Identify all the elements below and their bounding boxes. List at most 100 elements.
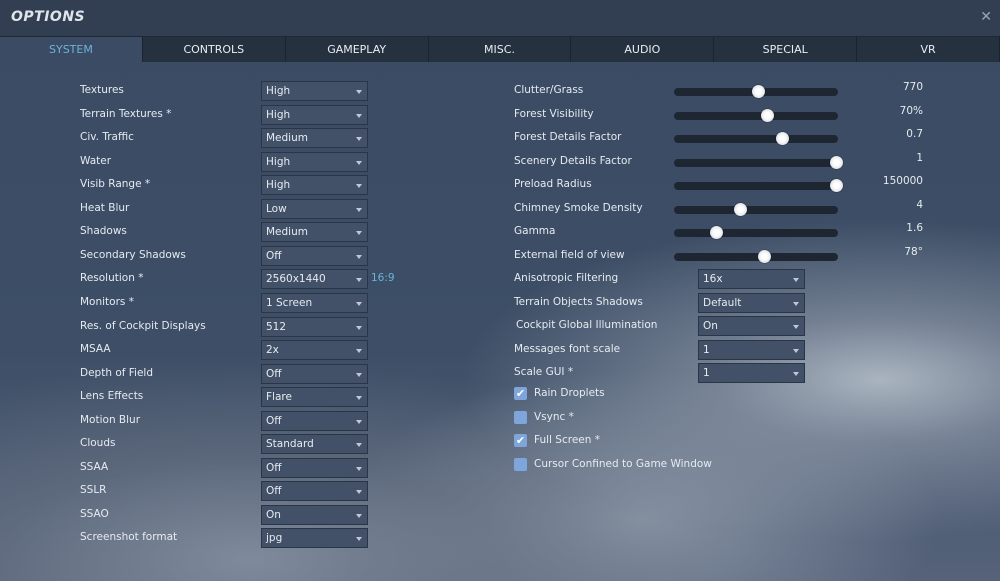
resolution-dropdown[interactable]: 2560x1440 — [261, 269, 368, 290]
preload-radius-slider[interactable] — [674, 179, 843, 193]
anisotropic-filtering-value: 16x — [703, 273, 723, 285]
depth-of-field-dropdown[interactable]: Off — [261, 363, 368, 384]
checkmark-icon: ✔ — [515, 434, 526, 448]
water-label: Water — [80, 154, 112, 167]
sslr-label: SSLR — [80, 484, 107, 497]
cockpit-global-illumination-label: Cockpit Global Illumination — [516, 319, 658, 332]
visib-range-dropdown[interactable]: High — [261, 175, 368, 196]
cockpit-global-illumination-value: On — [703, 320, 718, 333]
slider-handle[interactable] — [758, 249, 771, 263]
msaa-dropdown[interactable]: 2x — [261, 340, 368, 361]
chevron-down-icon — [356, 490, 362, 495]
ssaa-dropdown[interactable]: Off — [261, 457, 368, 478]
chevron-down-icon — [356, 396, 362, 401]
cockpit-global-illumination-dropdown[interactable]: On — [698, 316, 805, 337]
slider-handle[interactable] — [761, 108, 775, 122]
slider-handle[interactable] — [830, 155, 843, 169]
resolution-label: Resolution * — [80, 272, 144, 285]
secondary-shadows-dropdown[interactable]: Off — [261, 245, 368, 266]
motion-blur-value: Off — [266, 414, 282, 427]
screenshot-format-label: Screenshot format — [80, 531, 178, 544]
shadows-dropdown[interactable]: Medium — [261, 222, 368, 243]
close-icon[interactable]: ✕ — [980, 9, 992, 25]
monitors-value: 1 Screen — [266, 296, 313, 309]
chevron-down-icon — [793, 301, 799, 306]
scenery-details-factor-slider[interactable] — [674, 155, 843, 169]
lens-effects-dropdown[interactable]: Flare — [261, 387, 368, 408]
chimney-smoke-density-slider[interactable] — [674, 202, 838, 216]
civ-traffic-label: Civ. Traffic — [80, 131, 134, 144]
forest-details-factor-value: 0.7 — [906, 128, 923, 141]
clouds-label: Clouds — [80, 437, 116, 450]
motion-blur-dropdown[interactable]: Off — [261, 410, 368, 431]
checkmark-icon: ✔ — [515, 387, 526, 400]
chevron-down-icon — [356, 301, 362, 306]
forest-visibility-label: Forest Visibility — [514, 107, 594, 120]
res-of-cockpit-displays-dropdown[interactable]: 512 — [261, 316, 368, 337]
chevron-down-icon — [356, 90, 362, 94]
terrain-textures-label: Terrain Textures * — [80, 107, 172, 120]
chevron-down-icon — [356, 137, 362, 142]
slider-handle[interactable] — [775, 132, 789, 146]
textures-dropdown[interactable]: High — [261, 81, 368, 101]
window-title: OPTIONS — [11, 9, 86, 25]
heat-blur-dropdown[interactable]: Low — [261, 198, 368, 219]
civ-traffic-dropdown[interactable]: Medium — [261, 128, 368, 149]
slider-handle[interactable] — [710, 226, 723, 240]
slider-handle[interactable] — [734, 202, 747, 216]
forest-details-factor-label: Forest Details Factor — [514, 131, 622, 144]
tab-special[interactable]: SPECIAL — [714, 37, 858, 62]
tab-audio[interactable]: AUDIO — [571, 37, 715, 62]
chevron-down-icon — [356, 513, 362, 518]
tab-bar: SYSTEM CONTROLS GAMEPLAY MISC. AUDIO SPECIAL V… — [0, 37, 1000, 62]
tab-misc[interactable]: MISC. — [429, 37, 572, 62]
terrain-textures-dropdown[interactable]: High — [261, 104, 368, 125]
ssao-value: On — [266, 508, 281, 521]
tab-system[interactable]: SYSTEM — [0, 37, 143, 62]
forest-details-factor-slider[interactable] — [674, 132, 838, 146]
chevron-down-icon — [356, 113, 362, 118]
sslr-dropdown[interactable]: Off — [261, 481, 368, 502]
rain-droplets-checkbox[interactable]: ✔ — [514, 387, 527, 400]
msaa-value: 2x — [266, 344, 279, 357]
cursor-confined-to-game-window-checkbox[interactable] — [514, 457, 527, 471]
textures-label: Textures — [80, 84, 124, 96]
visib-range-label: Visib Range * — [80, 178, 151, 191]
motion-blur-label: Motion Blur — [80, 413, 141, 426]
full-screen-checkbox[interactable]: ✔ — [514, 434, 527, 448]
anisotropic-filtering-dropdown[interactable]: 16x — [698, 269, 805, 289]
messages-font-scale-dropdown[interactable]: 1 — [698, 339, 805, 360]
civ-traffic-value: Medium — [266, 132, 308, 145]
shadows-value: Medium — [266, 226, 308, 239]
forest-visibility-slider[interactable] — [674, 108, 838, 122]
chimney-smoke-density-label: Chimney Smoke Density — [514, 201, 643, 214]
tab-vr[interactable]: VR — [857, 37, 1000, 62]
shadows-label: Shadows — [80, 225, 127, 238]
tab-gameplay[interactable]: GAMEPLAY — [286, 37, 429, 62]
clouds-value: Standard — [266, 438, 314, 451]
monitors-dropdown[interactable]: 1 Screen — [261, 292, 368, 313]
chevron-down-icon — [793, 278, 799, 282]
vsync-label: Vsync * — [534, 410, 574, 423]
chevron-down-icon — [356, 466, 362, 471]
gamma-slider[interactable] — [674, 226, 838, 240]
scale-gui-dropdown[interactable]: 1 — [698, 363, 805, 384]
external-field-of-view-slider[interactable] — [674, 249, 838, 263]
terrain-objects-shadows-value: Default — [703, 296, 742, 309]
scenery-details-factor-label: Scenery Details Factor — [514, 154, 632, 167]
slider-handle[interactable] — [830, 179, 843, 193]
ssao-dropdown[interactable]: On — [261, 504, 368, 525]
terrain-objects-shadows-dropdown[interactable]: Default — [698, 292, 805, 313]
forest-visibility-value: 70% — [899, 104, 923, 117]
screenshot-format-dropdown[interactable]: jpg — [261, 528, 368, 549]
chevron-down-icon — [793, 372, 799, 377]
vsync-checkbox[interactable] — [514, 410, 527, 424]
chevron-down-icon — [356, 184, 362, 189]
ssaa-label: SSAA — [80, 460, 109, 473]
tab-controls[interactable]: CONTROLS — [143, 37, 286, 62]
clouds-dropdown[interactable]: Standard — [261, 434, 368, 455]
water-dropdown[interactable]: High — [261, 151, 368, 172]
slider-handle[interactable] — [751, 85, 765, 98]
clutter-grass-slider[interactable] — [674, 85, 838, 98]
chevron-down-icon — [356, 278, 362, 283]
